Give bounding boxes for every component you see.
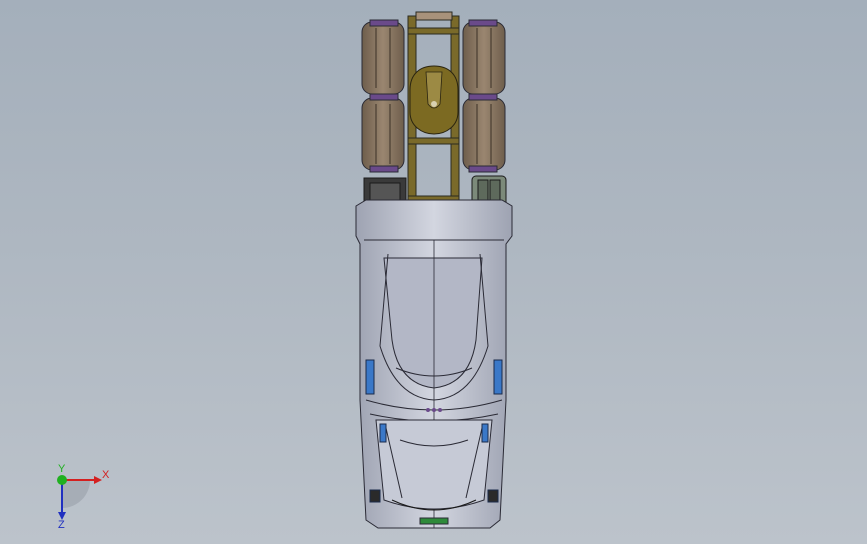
hub-right-1 bbox=[468, 19, 498, 27]
tire-rear-right-front bbox=[462, 21, 506, 95]
front-grille bbox=[419, 517, 449, 525]
truck-chassis-model[interactable] bbox=[0, 0, 867, 544]
orientation-triad: X Y Z bbox=[57, 463, 110, 531]
crossmember-1 bbox=[407, 27, 460, 35]
tire-rear-right-back bbox=[462, 97, 506, 171]
x-axis-label: X bbox=[102, 469, 110, 481]
graphics-viewport[interactable]: X Y Z bbox=[0, 0, 867, 544]
y-axis-label: Y bbox=[58, 463, 66, 475]
z-axis-label: Z bbox=[58, 519, 65, 531]
crossmember-2 bbox=[407, 137, 460, 145]
step-right bbox=[481, 423, 489, 443]
tire-rear-left-front bbox=[361, 21, 405, 95]
hub-right-2 bbox=[468, 93, 498, 101]
hub-markers bbox=[426, 408, 442, 412]
tire-rear-left-back bbox=[361, 97, 405, 171]
hub-right-3 bbox=[468, 165, 498, 173]
hub-left-1 bbox=[369, 19, 399, 27]
hood bbox=[375, 419, 493, 510]
mirror-left bbox=[365, 359, 375, 395]
mirror-right bbox=[493, 359, 503, 395]
step-left bbox=[379, 423, 387, 443]
hub-left-3 bbox=[369, 165, 399, 173]
rear-bumper bbox=[415, 11, 453, 21]
cab-body[interactable] bbox=[355, 199, 513, 529]
hub-left-2 bbox=[369, 93, 399, 101]
